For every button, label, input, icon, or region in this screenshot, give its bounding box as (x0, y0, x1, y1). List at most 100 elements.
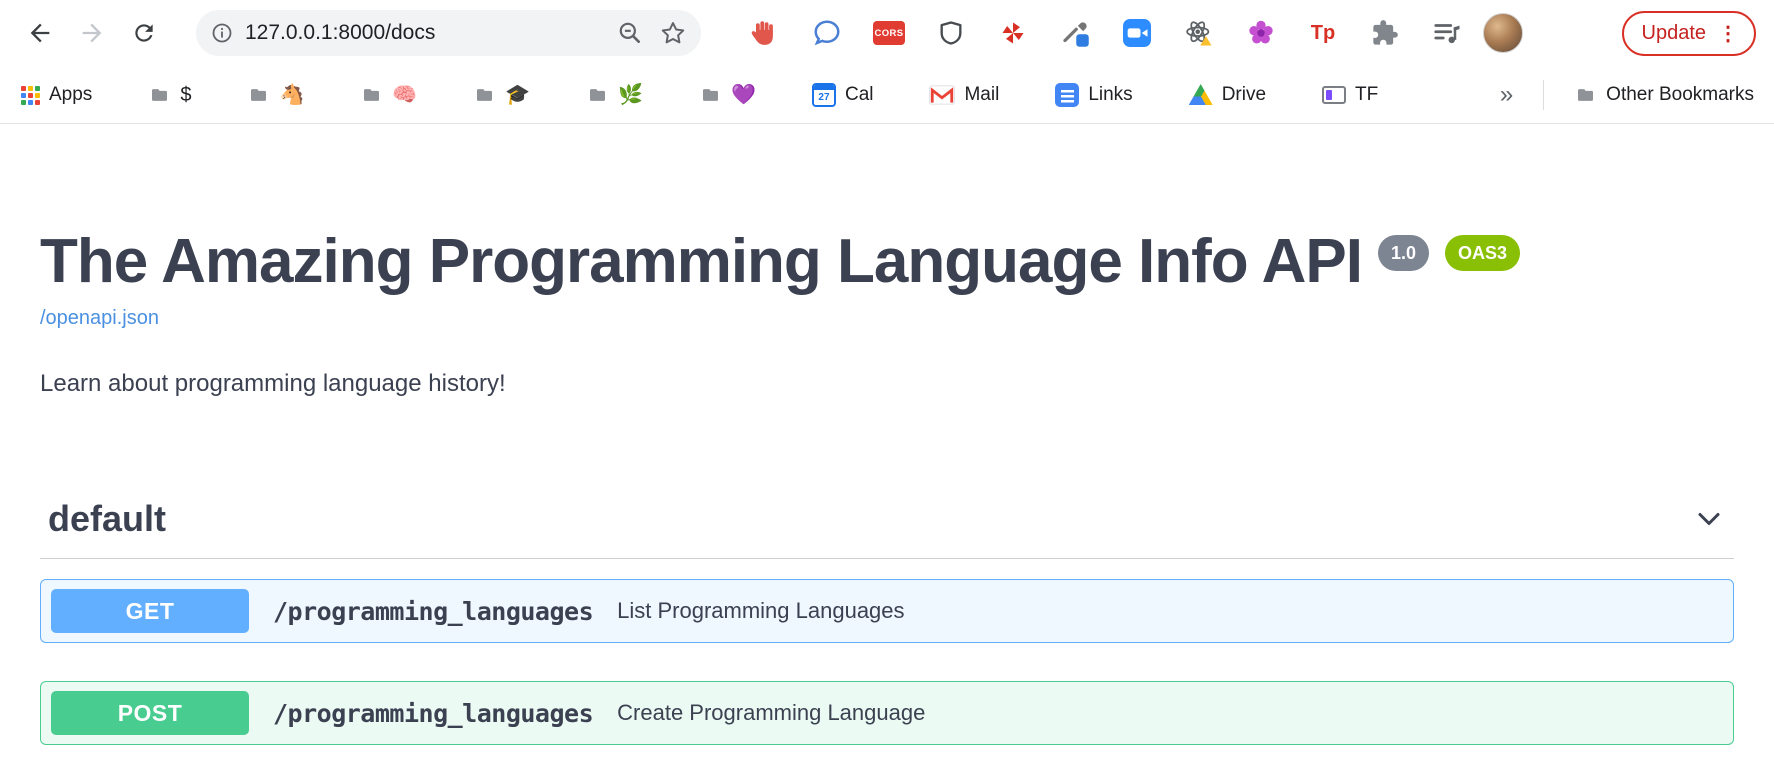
eyedropper-extension-icon[interactable] (1057, 15, 1093, 51)
operation-summary: Create Programming Language (617, 700, 925, 726)
shield-icon (937, 19, 965, 47)
zoom-camera-extension-icon[interactable] (1119, 15, 1155, 51)
browser-toolbar: 127.0.0.1:8000/docs (0, 0, 1774, 66)
links-label: Links (1088, 84, 1132, 106)
pinwheel-icon (999, 19, 1027, 47)
video-camera-icon (1123, 19, 1151, 47)
hand-icon (750, 18, 780, 48)
folder-label: 💜 (731, 84, 756, 106)
method-badge-get: GET (51, 589, 249, 633)
page-title: The Amazing Programming Language Info AP… (40, 227, 1734, 297)
reload-button[interactable] (122, 11, 166, 55)
openapi-json-link[interactable]: /openapi.json (40, 307, 159, 330)
cors-label: CORS (874, 28, 903, 39)
chat-extension-icon[interactable] (809, 15, 845, 51)
bookmarks-bar: Apps $ 🐴 🧠 🎓 🌿 💜 27 Cal Mail (0, 66, 1774, 124)
folder-icon (473, 85, 496, 105)
tf-label: TF (1355, 84, 1378, 106)
forward-arrow-icon (78, 19, 106, 47)
folder-label: $ (180, 84, 191, 106)
atom-extension-icon[interactable] (1181, 15, 1217, 51)
address-bar[interactable]: 127.0.0.1:8000/docs (196, 10, 701, 56)
forward-button[interactable] (70, 11, 114, 55)
apps-grid-icon (20, 85, 40, 105)
folder-label: 🐴 (279, 84, 304, 106)
hand-blocker-extension-icon[interactable] (747, 15, 783, 51)
cors-extension-icon[interactable]: CORS (871, 15, 907, 51)
tp-label: Tp (1311, 22, 1335, 45)
folder-label: 🌿 (618, 84, 643, 106)
profile-avatar[interactable] (1483, 13, 1523, 53)
atom-icon (1184, 18, 1214, 48)
media-controls-icon[interactable] (1429, 15, 1465, 51)
folder-icon (699, 85, 722, 105)
update-button[interactable]: Update ⋮ (1622, 11, 1757, 56)
links-doc-icon (1055, 83, 1079, 107)
operation-path: /programming_languages (273, 699, 593, 728)
url-text: 127.0.0.1:8000/docs (245, 21, 435, 45)
folder-icon (360, 85, 383, 105)
puzzle-piece-icon (1371, 19, 1399, 47)
eyedropper-icon (1060, 18, 1090, 48)
calendar-label: Cal (845, 84, 874, 106)
chevron-down-icon[interactable] (1694, 504, 1724, 534)
flower-extension-icon[interactable] (1243, 15, 1279, 51)
other-bookmarks[interactable]: Other Bookmarks (1574, 84, 1754, 106)
operation-summary: List Programming Languages (617, 598, 904, 624)
api-title-text: The Amazing Programming Language Info AP… (40, 227, 1362, 297)
folder-label: 🎓 (505, 84, 530, 106)
cors-badge: CORS (873, 21, 905, 45)
playlist-music-icon (1432, 18, 1462, 48)
oas3-badge: OAS3 (1445, 235, 1520, 271)
version-badge: 1.0 (1378, 235, 1429, 271)
bookmark-calendar[interactable]: 27 Cal (812, 83, 874, 107)
bookmark-folder-graduation[interactable]: 🎓 (473, 84, 530, 106)
folder-icon (1574, 85, 1597, 105)
zoom-out-indicator-icon[interactable] (617, 20, 643, 46)
bookmarks-separator (1543, 80, 1544, 110)
site-info-icon[interactable] (210, 21, 234, 45)
tp-extension-icon[interactable]: Tp (1305, 15, 1341, 51)
section-header-default[interactable]: default (40, 498, 1734, 559)
bookmark-mail[interactable]: Mail (929, 84, 999, 106)
bookmark-folder-brain[interactable]: 🧠 (360, 84, 417, 106)
folder-icon (586, 85, 609, 105)
bookmark-folder-horse[interactable]: 🐴 (247, 84, 304, 106)
back-button[interactable] (18, 11, 62, 55)
swagger-docs-page: The Amazing Programming Language Info AP… (0, 124, 1774, 745)
operation-path: /programming_languages (273, 597, 593, 626)
shield-extension-icon[interactable] (933, 15, 969, 51)
mail-label: Mail (964, 84, 999, 106)
folder-icon (247, 85, 270, 105)
tf-bookmark-icon (1322, 86, 1346, 104)
bookmarks-overflow-chevron[interactable]: » (1500, 81, 1513, 109)
pinwheel-extension-icon[interactable] (995, 15, 1031, 51)
extensions-toolbar: CORS (747, 15, 1465, 51)
bookmark-tf[interactable]: TF (1322, 84, 1378, 106)
speech-bubble-icon (812, 18, 842, 48)
operation-post-programming-languages[interactable]: POST /programming_languages Create Progr… (40, 681, 1734, 745)
bookmark-star-icon[interactable] (659, 19, 687, 47)
calendar-day: 27 (818, 90, 829, 105)
puzzle-extensions-menu-icon[interactable] (1367, 15, 1403, 51)
bookmark-folder-dollar[interactable]: $ (148, 84, 191, 106)
section-title: default (48, 498, 166, 540)
api-description: Learn about programming language history… (40, 370, 1734, 398)
apps-label: Apps (49, 84, 92, 106)
browser-menu-dots-icon[interactable]: ⋮ (1718, 21, 1738, 46)
bookmark-folder-herb[interactable]: 🌿 (586, 84, 643, 106)
reload-icon (131, 20, 157, 46)
calendar-icon: 27 (812, 83, 836, 107)
drive-label: Drive (1222, 84, 1266, 106)
bookmark-links[interactable]: Links (1055, 83, 1132, 107)
method-badge-post: POST (51, 691, 249, 735)
flower-icon (1247, 19, 1275, 47)
other-bookmarks-label: Other Bookmarks (1606, 84, 1754, 106)
bookmark-folder-purple-heart[interactable]: 💜 (699, 84, 756, 106)
apps-shortcut[interactable]: Apps (20, 84, 92, 106)
bookmark-drive[interactable]: Drive (1189, 84, 1266, 106)
update-label: Update (1642, 22, 1707, 45)
back-arrow-icon (26, 19, 54, 47)
operation-get-programming-languages[interactable]: GET /programming_languages List Programm… (40, 579, 1734, 643)
folder-label: 🧠 (392, 84, 417, 106)
